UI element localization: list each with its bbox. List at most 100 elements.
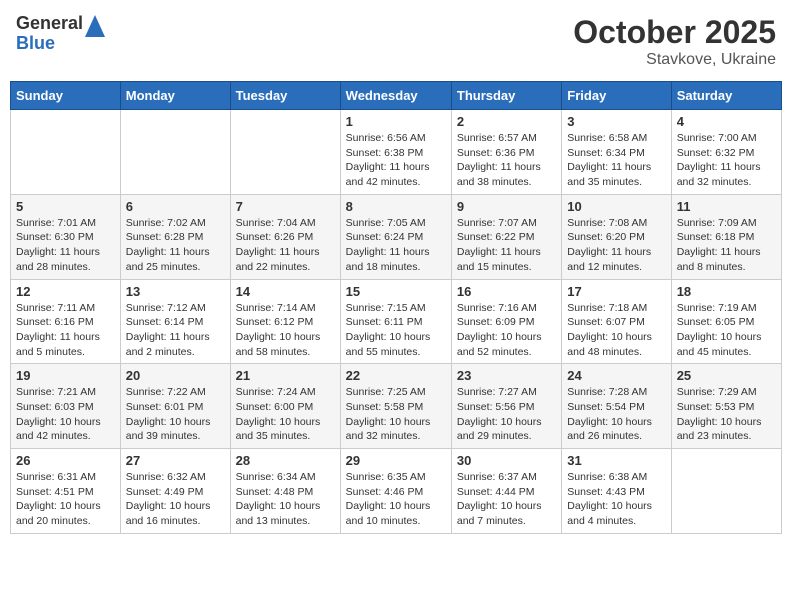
day-info: Sunrise: 7:28 AMSunset: 5:54 PMDaylight:… (567, 385, 665, 444)
calendar-cell: 9 Sunrise: 7:07 AMSunset: 6:22 PMDaylight… (451, 194, 561, 279)
day-info: Sunrise: 6:38 AMSunset: 4:43 PMDaylight:… (567, 470, 665, 529)
day-number: 29 (346, 453, 446, 468)
day-number: 27 (126, 453, 225, 468)
day-number: 22 (346, 368, 446, 383)
calendar-cell (11, 110, 121, 195)
calendar-cell: 1Sunrise: 6:56 AMSunset: 6:38 PMDaylight… (340, 110, 451, 195)
logo-blue-text: Blue (16, 34, 83, 54)
calendar-week-row: 1Sunrise: 6:56 AMSunset: 6:38 PMDaylight… (11, 110, 782, 195)
day-number: 11 (677, 199, 776, 214)
day-info: Sunrise: 7:14 AMSunset: 6:12 PMDaylight:… (236, 301, 335, 360)
calendar-cell: 22 Sunrise: 7:25 AMSunset: 5:58 PMDayligh… (340, 364, 451, 449)
calendar-cell: 12Sunrise: 7:11 AMSunset: 6:16 PMDayligh… (11, 279, 121, 364)
day-of-week-header: Tuesday (230, 82, 340, 110)
calendar-cell (671, 449, 781, 534)
calendar-cell: 2 Sunrise: 6:57 AMSunset: 6:36 PMDaylight… (451, 110, 561, 195)
calendar-location: Stavkove, Ukraine (573, 51, 776, 69)
calendar-cell: 4 Sunrise: 7:00 AMSunset: 6:32 PMDaylight… (671, 110, 781, 195)
day-info: Sunrise: 6:32 AMSunset: 4:49 PMDaylight:… (126, 470, 225, 529)
calendar-cell: 19Sunrise: 7:21 AMSunset: 6:03 PMDayligh… (11, 364, 121, 449)
calendar-cell: 8 Sunrise: 7:05 AMSunset: 6:24 PMDaylight… (340, 194, 451, 279)
day-info: Sunrise: 7:04 AMSunset: 6:26 PMDaylight:… (236, 216, 335, 275)
day-info: Sunrise: 7:29 AMSunset: 5:53 PMDaylight:… (677, 385, 776, 444)
day-number: 4 (677, 114, 776, 129)
calendar-cell: 23 Sunrise: 7:27 AMSunset: 5:56 PMDayligh… (451, 364, 561, 449)
day-info: Sunrise: 6:35 AMSunset: 4:46 PMDaylight:… (346, 470, 446, 529)
calendar-cell: 30 Sunrise: 6:37 AMSunset: 4:44 PMDayligh… (451, 449, 561, 534)
day-info: Sunrise: 7:00 AMSunset: 6:32 PMDaylight:… (677, 131, 776, 190)
day-number: 21 (236, 368, 335, 383)
day-number: 16 (457, 284, 556, 299)
day-info: Sunrise: 7:11 AMSunset: 6:16 PMDaylight:… (16, 301, 115, 360)
calendar-cell (230, 110, 340, 195)
logo: General Blue (16, 14, 105, 54)
day-of-week-header: Friday (562, 82, 671, 110)
day-number: 28 (236, 453, 335, 468)
page-header: General Blue October 2025 Stavkove, Ukra… (10, 10, 782, 73)
calendar-cell: 27 Sunrise: 6:32 AMSunset: 4:49 PMDayligh… (120, 449, 230, 534)
day-info: Sunrise: 6:58 AMSunset: 6:34 PMDaylight:… (567, 131, 665, 190)
day-number: 26 (16, 453, 115, 468)
day-number: 7 (236, 199, 335, 214)
calendar-cell: 20 Sunrise: 7:22 AMSunset: 6:01 PMDayligh… (120, 364, 230, 449)
calendar-header-row: SundayMondayTuesdayWednesdayThursdayFrid… (11, 82, 782, 110)
day-info: Sunrise: 7:05 AMSunset: 6:24 PMDaylight:… (346, 216, 446, 275)
day-number: 30 (457, 453, 556, 468)
title-block: October 2025 Stavkove, Ukraine (573, 14, 776, 69)
day-number: 19 (16, 368, 115, 383)
day-number: 13 (126, 284, 225, 299)
day-info: Sunrise: 7:08 AMSunset: 6:20 PMDaylight:… (567, 216, 665, 275)
day-number: 6 (126, 199, 225, 214)
day-info: Sunrise: 7:02 AMSunset: 6:28 PMDaylight:… (126, 216, 225, 275)
day-number: 20 (126, 368, 225, 383)
day-info: Sunrise: 6:57 AMSunset: 6:36 PMDaylight:… (457, 131, 556, 190)
day-info: Sunrise: 7:07 AMSunset: 6:22 PMDaylight:… (457, 216, 556, 275)
day-info: Sunrise: 7:18 AMSunset: 6:07 PMDaylight:… (567, 301, 665, 360)
day-number: 25 (677, 368, 776, 383)
day-info: Sunrise: 7:01 AMSunset: 6:30 PMDaylight:… (16, 216, 115, 275)
day-number: 1 (346, 114, 446, 129)
calendar-cell: 6 Sunrise: 7:02 AMSunset: 6:28 PMDaylight… (120, 194, 230, 279)
logo-general-text: General (16, 14, 83, 34)
day-number: 23 (457, 368, 556, 383)
calendar-cell: 24Sunrise: 7:28 AMSunset: 5:54 PMDayligh… (562, 364, 671, 449)
day-number: 14 (236, 284, 335, 299)
day-info: Sunrise: 7:19 AMSunset: 6:05 PMDaylight:… (677, 301, 776, 360)
day-info: Sunrise: 7:27 AMSunset: 5:56 PMDaylight:… (457, 385, 556, 444)
day-number: 9 (457, 199, 556, 214)
day-of-week-header: Wednesday (340, 82, 451, 110)
day-info: Sunrise: 7:25 AMSunset: 5:58 PMDaylight:… (346, 385, 446, 444)
calendar-week-row: 26 Sunrise: 6:31 AMSunset: 4:51 PMDayligh… (11, 449, 782, 534)
calendar-cell: 13 Sunrise: 7:12 AMSunset: 6:14 PMDayligh… (120, 279, 230, 364)
day-of-week-header: Saturday (671, 82, 781, 110)
calendar-cell: 29 Sunrise: 6:35 AMSunset: 4:46 PMDayligh… (340, 449, 451, 534)
day-info: Sunrise: 7:22 AMSunset: 6:01 PMDaylight:… (126, 385, 225, 444)
calendar-cell: 5Sunrise: 7:01 AMSunset: 6:30 PMDaylight… (11, 194, 121, 279)
day-number: 31 (567, 453, 665, 468)
calendar-week-row: 5Sunrise: 7:01 AMSunset: 6:30 PMDaylight… (11, 194, 782, 279)
calendar-cell: 26 Sunrise: 6:31 AMSunset: 4:51 PMDayligh… (11, 449, 121, 534)
day-info: Sunrise: 7:09 AMSunset: 6:18 PMDaylight:… (677, 216, 776, 275)
calendar-cell: 21 Sunrise: 7:24 AMSunset: 6:00 PMDayligh… (230, 364, 340, 449)
day-info: Sunrise: 7:12 AMSunset: 6:14 PMDaylight:… (126, 301, 225, 360)
calendar-cell: 10 Sunrise: 7:08 AMSunset: 6:20 PMDayligh… (562, 194, 671, 279)
calendar-cell: 16Sunrise: 7:16 AMSunset: 6:09 PMDayligh… (451, 279, 561, 364)
calendar-cell (120, 110, 230, 195)
calendar-cell: 15Sunrise: 7:15 AMSunset: 6:11 PMDayligh… (340, 279, 451, 364)
day-info: Sunrise: 7:24 AMSunset: 6:00 PMDaylight:… (236, 385, 335, 444)
calendar-cell: 31 Sunrise: 6:38 AMSunset: 4:43 PMDayligh… (562, 449, 671, 534)
calendar-cell: 11 Sunrise: 7:09 AMSunset: 6:18 PMDayligh… (671, 194, 781, 279)
calendar-cell: 17Sunrise: 7:18 AMSunset: 6:07 PMDayligh… (562, 279, 671, 364)
day-info: Sunrise: 6:31 AMSunset: 4:51 PMDaylight:… (16, 470, 115, 529)
calendar-week-row: 19Sunrise: 7:21 AMSunset: 6:03 PMDayligh… (11, 364, 782, 449)
calendar-cell: 7 Sunrise: 7:04 AMSunset: 6:26 PMDaylight… (230, 194, 340, 279)
day-number: 2 (457, 114, 556, 129)
logo-icon (85, 15, 105, 37)
day-info: Sunrise: 6:37 AMSunset: 4:44 PMDaylight:… (457, 470, 556, 529)
day-number: 10 (567, 199, 665, 214)
calendar-cell: 18Sunrise: 7:19 AMSunset: 6:05 PMDayligh… (671, 279, 781, 364)
day-number: 8 (346, 199, 446, 214)
day-info: Sunrise: 6:34 AMSunset: 4:48 PMDaylight:… (236, 470, 335, 529)
calendar-table: SundayMondayTuesdayWednesdayThursdayFrid… (10, 81, 782, 534)
calendar-cell: 3Sunrise: 6:58 AMSunset: 6:34 PMDaylight… (562, 110, 671, 195)
